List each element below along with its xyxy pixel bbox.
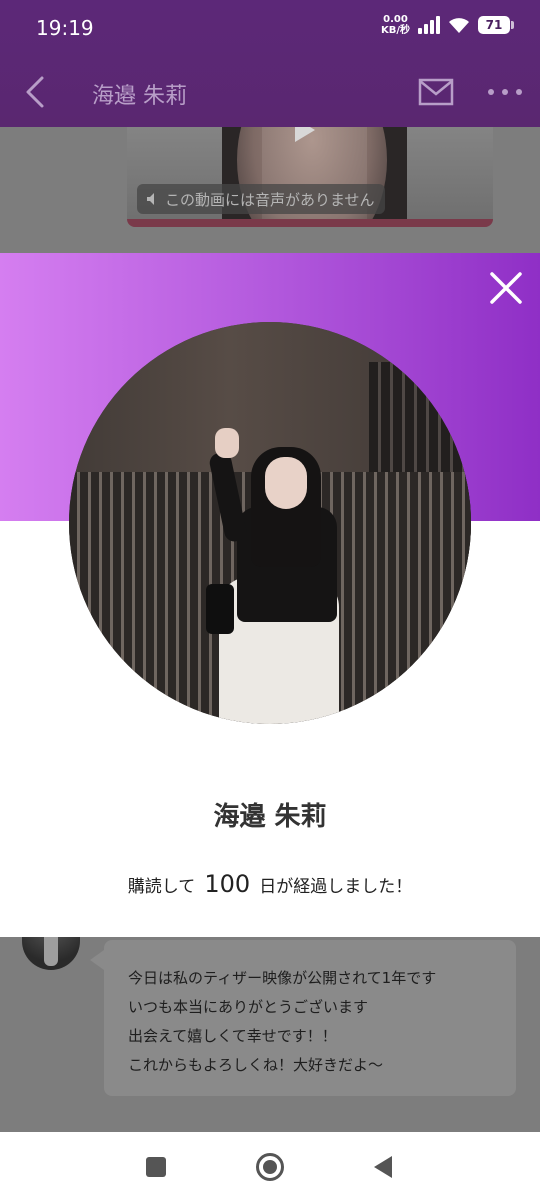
triangle-back-icon[interactable] bbox=[374, 1156, 392, 1178]
status-icons: 0.00 KB/秒 71 bbox=[381, 14, 514, 36]
chat-line: 今日は私のティザー映像が公開されて1年です bbox=[128, 969, 437, 987]
system-nav-bar bbox=[0, 1132, 540, 1200]
bubble-tail bbox=[90, 950, 104, 970]
chevron-left-icon bbox=[26, 76, 44, 108]
net-speed-value: 0.00 bbox=[383, 14, 408, 25]
square-icon[interactable] bbox=[146, 1157, 166, 1177]
profile-photo bbox=[69, 322, 471, 724]
speaker-mute-icon bbox=[147, 193, 154, 205]
more-dot bbox=[502, 89, 508, 95]
subscribe-days: 100 bbox=[204, 870, 251, 898]
circle-home-icon[interactable] bbox=[256, 1153, 284, 1181]
network-speed: 0.00 KB/秒 bbox=[381, 14, 410, 36]
chat-line: これからもよろしくね！大好きだよ〜 bbox=[128, 1056, 384, 1074]
app-bar: 海邉 朱莉 bbox=[0, 56, 540, 127]
chat-line: いつも本当にありがとうございます bbox=[128, 998, 369, 1016]
close-button[interactable] bbox=[486, 268, 526, 308]
wifi-icon bbox=[449, 18, 469, 33]
mail-icon bbox=[418, 78, 454, 106]
battery-icon: 71 bbox=[478, 16, 514, 34]
chat-bubble: 今日は私のティザー映像が公開されて1年です いつも本当にありがとうございます 出… bbox=[104, 940, 516, 1096]
more-dot bbox=[516, 89, 522, 95]
mail-button[interactable] bbox=[418, 78, 454, 106]
close-icon bbox=[490, 272, 522, 304]
mute-notice: この動画には音声がありません bbox=[137, 184, 385, 214]
app-header: 19:19 0.00 KB/秒 71 海邉 朱莉 bbox=[0, 0, 540, 127]
battery-level: 71 bbox=[485, 18, 503, 32]
signal-icon bbox=[418, 16, 440, 34]
status-bar: 19:19 0.00 KB/秒 71 bbox=[0, 0, 540, 56]
net-speed-unit: KB/秒 bbox=[380, 25, 410, 36]
chat-line: 出会えて嬉しくて幸せです！！ bbox=[128, 1027, 337, 1045]
app-title: 海邉 朱莉 bbox=[92, 84, 187, 109]
back-button[interactable] bbox=[18, 74, 54, 110]
subscribe-prefix: 購読して bbox=[127, 877, 196, 897]
subscription-days-message: 購読して 100 日が経過しました！ bbox=[0, 870, 540, 898]
subscribe-suffix: 日が経過しました！ bbox=[259, 877, 413, 897]
profile-name: 海邉 朱莉 bbox=[213, 802, 327, 832]
more-dot bbox=[488, 89, 494, 95]
status-time: 19:19 bbox=[36, 16, 94, 40]
mute-label: この動画には音声がありません bbox=[165, 190, 375, 209]
more-button[interactable] bbox=[488, 84, 522, 100]
